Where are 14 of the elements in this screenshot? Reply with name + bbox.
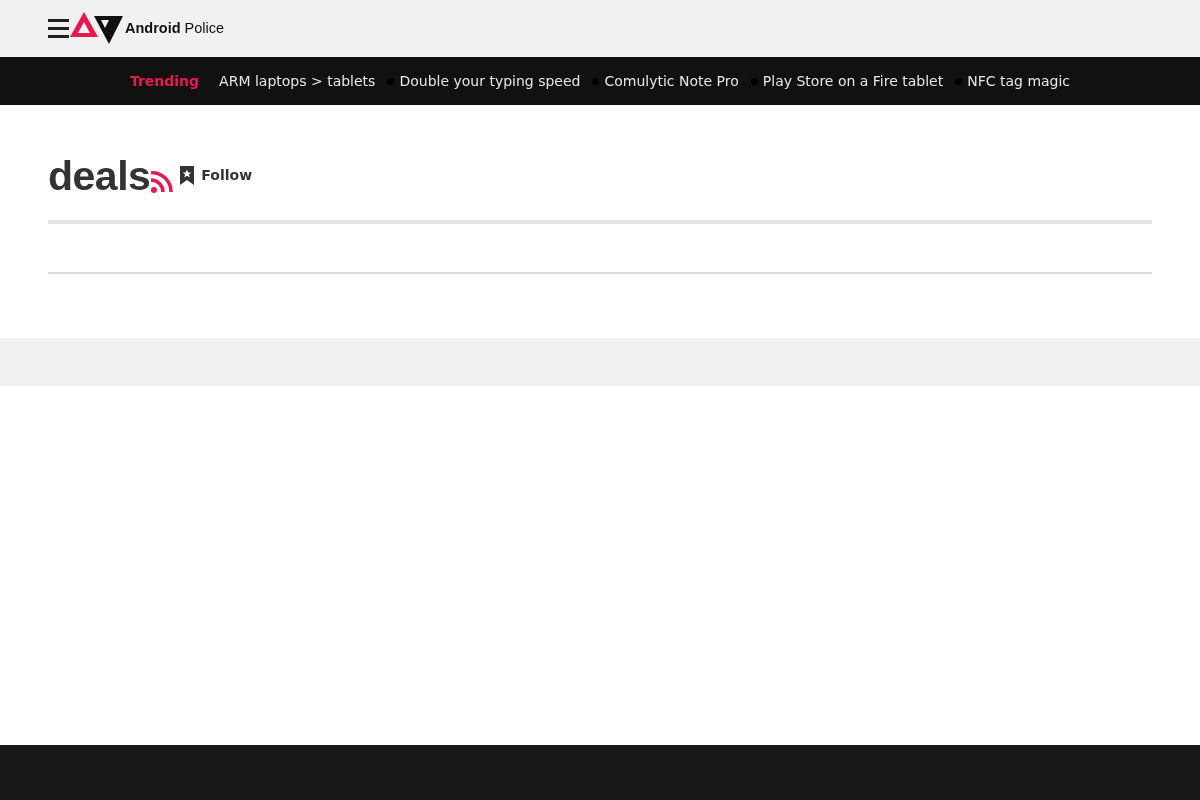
trending-link[interactable]: ARM laptops > tablets (219, 70, 376, 92)
trending-label: Trending (129, 71, 200, 91)
trending-link[interactable]: Double your typing speed (399, 70, 581, 92)
menu-icon[interactable] (48, 19, 69, 38)
rss-icon[interactable] (151, 171, 174, 193)
follow-button[interactable]: Follow (180, 165, 253, 186)
trending-link[interactable]: NFC tag magic (967, 70, 1071, 92)
page-title: deals (48, 156, 151, 197)
trending-link[interactable]: Play Store on a Fire tablet (762, 70, 944, 92)
trending-link[interactable]: Comulytic Note Pro (604, 70, 739, 92)
logo-text: Android Police (125, 21, 225, 36)
logo-mark-icon (70, 12, 124, 44)
bookmark-star-icon (180, 166, 195, 185)
site-logo[interactable]: Android Police (70, 13, 225, 44)
